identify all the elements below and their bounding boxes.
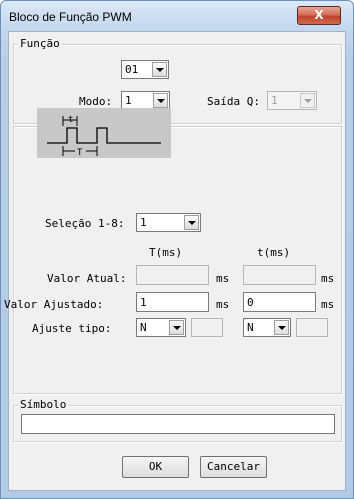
ajuste-tipo-T-value <box>191 318 223 337</box>
unit-ms-label: ms <box>321 272 335 285</box>
funcao-legend: Função <box>18 37 62 50</box>
window-title: Bloco de Função PWM <box>9 10 132 24</box>
ajuste-tipo-T-select[interactable]: N <box>136 318 186 337</box>
title-bar[interactable]: Bloco de Função PWM X <box>1 1 353 31</box>
chevron-down-icon <box>300 93 315 108</box>
dialog-client-area: Função 01 Modo: 1 Saída Q: 1 t T Seleção… <box>4 31 346 491</box>
ajuste-tipo-t-value <box>296 318 328 337</box>
unit-ms-label: ms <box>216 298 230 311</box>
cancel-button[interactable]: Cancelar <box>200 456 267 478</box>
dialog-window: Bloco de Função PWM X Função 01 Modo: 1 … <box>0 0 354 499</box>
chevron-down-icon[interactable] <box>153 93 168 108</box>
close-icon: X <box>314 8 324 22</box>
chevron-down-icon[interactable] <box>169 320 184 335</box>
valor-atual-t-field <box>243 265 316 285</box>
column-header-T: T(ms) <box>149 246 183 259</box>
simbolo-input[interactable] <box>21 414 335 434</box>
diagram-label-T: T <box>77 148 83 158</box>
valor-ajustado-label: Valor Ajustado: <box>4 298 104 311</box>
modo-label: Modo: <box>79 95 113 108</box>
diagram-label-t: t <box>68 115 73 125</box>
selecao-select[interactable]: 1 <box>136 213 201 232</box>
chevron-down-icon[interactable] <box>152 62 167 77</box>
valor-ajustado-t-input[interactable]: 0 <box>243 292 316 312</box>
valor-ajustado-T-input[interactable]: 1 <box>136 292 209 312</box>
column-header-t: t(ms) <box>257 246 291 259</box>
saida-label: Saída Q: <box>207 95 260 108</box>
chevron-down-icon[interactable] <box>274 320 289 335</box>
unit-ms-label: ms <box>216 272 230 285</box>
pwm-waveform-icon: t T <box>47 115 161 158</box>
ajuste-tipo-t-select[interactable]: N <box>243 318 291 337</box>
valor-atual-label: Valor Atual: <box>47 272 127 285</box>
chevron-down-icon[interactable] <box>184 215 199 230</box>
close-button[interactable]: X <box>297 6 341 25</box>
saida-q-select: 1 <box>267 91 317 110</box>
ok-button[interactable]: OK <box>122 456 189 478</box>
function-number-select[interactable]: 01 <box>121 60 169 79</box>
ajuste-tipo-label: Ajuste tipo: <box>32 322 112 335</box>
pwm-waveform-diagram: t T <box>37 108 171 158</box>
unit-ms-label: ms <box>321 298 335 311</box>
parameters-group <box>13 126 342 394</box>
simbolo-legend: Símbolo <box>18 398 69 411</box>
selecao-label: Seleção 1-8: <box>45 217 125 230</box>
valor-atual-T-field <box>136 265 209 285</box>
